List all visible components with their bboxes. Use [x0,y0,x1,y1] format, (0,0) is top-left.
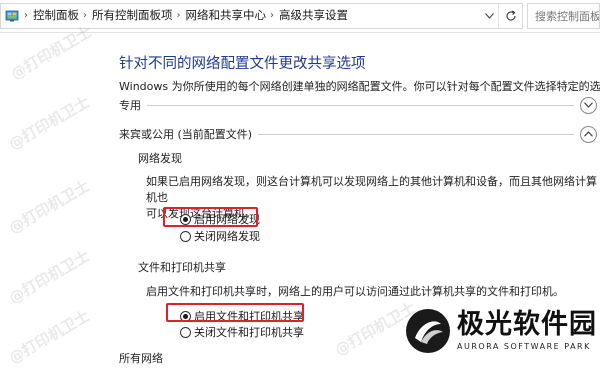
breadcrumb-item-all-control-panel-items[interactable]: 所有控制面板项 [92,10,173,22]
breadcrumb-item-advanced-sharing[interactable]: 高级共享设置 [279,10,348,22]
radio-disable-network-discovery[interactable]: 关闭网络发现 [180,228,260,244]
radio-button-unchecked[interactable] [180,230,191,242]
aurora-logo: 极光软件园 AURORA SOFTWARE PARK [405,291,600,370]
page-title: 针对不同的网络配置文件更改共享选项 [119,56,366,72]
radio-disable-file-printer-sharing[interactable]: 关闭文件和打印机共享 [180,324,304,340]
logo-name-en: AURORA SOFTWARE PARK [457,342,591,351]
chevron-down-icon[interactable] [480,4,498,28]
network-discovery-heading: 网络发现 [138,152,182,165]
radio-button-unchecked[interactable] [180,326,191,338]
breadcrumb-separator: › [83,10,87,21]
chevron-down-circle-icon[interactable] [580,96,597,114]
search-box[interactable] [527,3,600,29]
control-panel-icon[interactable] [4,8,20,24]
page-description: Windows 为你所使用的每个网络创建单独的网络配置文件。你可以针对每个配置文… [119,80,600,93]
logo-name-cn: 极光软件园 [457,309,597,340]
breadcrumb-separator: › [176,10,181,21]
divider [147,104,574,106]
section-private[interactable]: 专用 [119,96,597,114]
refresh-icon[interactable] [498,4,522,28]
breadcrumb-separator: › [24,10,28,21]
search-input[interactable] [535,9,599,23]
radio-label: 关闭文件和打印机共享 [194,326,304,339]
address-bar: › 控制面板 › 所有控制面板项 › 网络和共享中心 › 高级共享设置 [0,0,600,33]
aurora-logo-icon [406,308,450,353]
breadcrumb-item-control-panel[interactable]: 控制面板 [33,10,79,22]
breadcrumb-item-network-sharing-center[interactable]: 网络和共享中心 [186,10,267,22]
highlight-box [163,207,258,227]
breadcrumb-separator: › [270,10,274,21]
section-private-label: 专用 [119,99,141,112]
network-discovery-description-line1: 如果已启用网络发现，则这台计算机可以发现网络上的其他计算机和设备，而且其他网络计… [146,175,597,204]
highlight-box [166,303,304,322]
file-printer-sharing-heading: 文件和打印机共享 [138,261,226,274]
section-guest-public-label: 来宾或公用 (当前配置文件) [119,128,253,141]
breadcrumb[interactable]: › 控制面板 › 所有控制面板项 › 网络和共享中心 › 高级共享设置 [0,3,523,29]
chevron-up-circle-icon[interactable] [580,125,597,143]
radio-label: 关闭网络发现 [194,230,260,243]
section-all-networks-label: 所有网络 [119,352,163,365]
divider [258,133,574,135]
section-guest-public[interactable]: 来宾或公用 (当前配置文件) [119,125,597,143]
